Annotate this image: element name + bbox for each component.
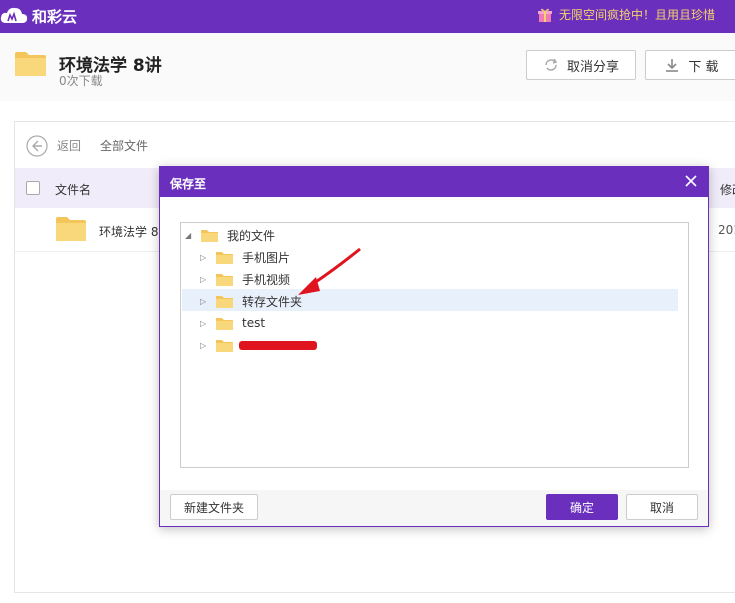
close-icon[interactable] [684,174,698,188]
tree-node-redacted[interactable]: ▷ [200,334,242,356]
file-date: 201 [718,223,735,237]
refresh-icon [545,58,558,71]
tree-node-label: test [242,316,266,330]
promo-link[interactable]: 无限空间疯抢中！且用且珍惜 [537,6,715,23]
column-header-modified[interactable]: 修改 [720,181,735,198]
tree-node-test[interactable]: ▷ test [200,312,265,334]
expand-arrow-icon[interactable]: ▷ [200,319,212,328]
folder-icon [216,252,233,264]
cancel-share-button[interactable]: 取消分享 [526,50,636,80]
folder-icon [216,340,233,352]
tree-node-root[interactable]: ◢ 我的文件 [185,224,275,246]
brand-logo[interactable]: 和彩云 [0,3,77,29]
download-count: 0次下载 [59,74,103,88]
download-button[interactable]: 下 载 [645,50,735,80]
cancel-button[interactable]: 取消 [626,494,698,520]
expand-arrow-icon[interactable]: ▷ [200,275,212,284]
folder-tree: ◢ 我的文件 ▷ 手机图片 ▷ 手机视频 ▷ 转存文件夹 ▷ test ▷ [180,222,689,468]
expand-arrow-icon[interactable]: ▷ [200,341,212,350]
folder-icon [216,274,233,286]
column-header-name[interactable]: 文件名 [55,181,91,198]
expand-arrow-icon[interactable]: ▷ [200,297,212,306]
promo-text: 无限空间疯抢中！且用且珍惜 [558,8,715,22]
tree-node-label: 手机视频 [242,272,291,287]
new-folder-button[interactable]: 新建文件夹 [170,494,258,520]
annotation-arrow [298,247,361,295]
back-arrow-icon[interactable] [26,135,48,157]
select-all-checkbox[interactable] [26,181,40,195]
collapse-arrow-icon[interactable]: ◢ [185,231,197,240]
download-label: 下 载 [688,59,719,75]
folder-icon [216,318,233,330]
tree-node-label: 我的文件 [227,228,276,243]
redaction-mark [239,341,317,350]
folder-icon [56,217,86,241]
folder-icon [15,52,46,76]
top-bar: 和彩云 无限空间疯抢中！且用且珍惜 [0,0,735,33]
back-link[interactable]: 返回 [57,137,81,154]
tree-node-label: 手机图片 [242,250,291,265]
cloud-logo-icon [0,7,28,23]
download-icon [666,59,679,72]
dialog-header: 保存至 [160,167,708,197]
confirm-button[interactable]: 确定 [546,494,618,520]
save-to-dialog: 保存至 ◢ 我的文件 ▷ 手机图片 ▷ 手机视频 ▷ 转存文件夹 ▷ test … [159,166,709,527]
folder-icon [201,230,218,242]
dialog-footer: 新建文件夹 确定 取消 [160,490,708,526]
tree-node-phone-videos[interactable]: ▷ 手机视频 [200,268,290,290]
tree-node-transfer-folder[interactable]: ▷ 转存文件夹 [200,290,302,312]
expand-arrow-icon[interactable]: ▷ [200,253,212,262]
dialog-title: 保存至 [170,177,207,191]
breadcrumb[interactable]: 全部文件 [100,137,148,154]
brand-name: 和彩云 [32,7,78,26]
tree-node-phone-photos[interactable]: ▷ 手机图片 [200,246,290,268]
folder-icon [216,296,233,308]
gift-icon [537,8,552,22]
share-header: 环境法学 8讲 0次下载 取消分享 下 载 [0,33,735,101]
cancel-share-label: 取消分享 [566,59,619,75]
